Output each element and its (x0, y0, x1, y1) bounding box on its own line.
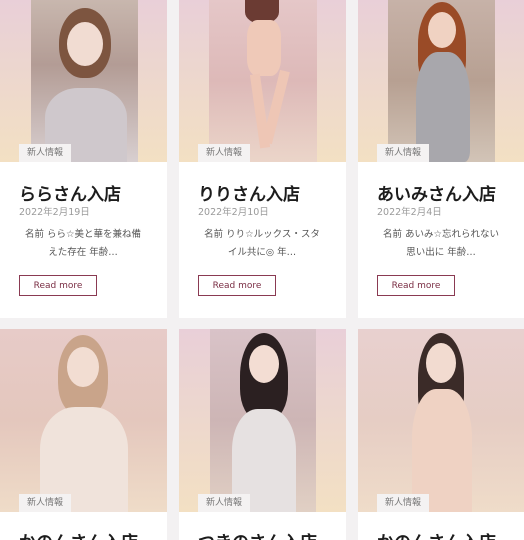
post-photo (0, 329, 167, 512)
category-badge[interactable]: 新人情報 (198, 494, 251, 512)
post-card: 新人情報 かのんさん入店 (358, 329, 524, 540)
post-thumbnail[interactable]: 新人情報 (0, 329, 167, 512)
read-more-button[interactable]: Read more (198, 275, 276, 296)
post-card: 新人情報 あいみさん入店 2022年2月4日 名前 あいみ☆忘れられない思い出に… (358, 0, 524, 318)
post-thumbnail[interactable]: 新人情報 (358, 329, 524, 512)
post-card: 新人情報 ららさん入店 2022年2月19日 名前 らら☆美と華を兼ね備えた存在… (0, 0, 167, 318)
post-date: 2022年2月19日 (19, 207, 90, 218)
category-badge[interactable]: 新人情報 (19, 144, 72, 162)
post-title[interactable]: かのんさん入店 (19, 528, 138, 540)
post-excerpt: 名前 らら☆美と華を兼ね備えた存在 年齢… (24, 229, 142, 258)
post-date: 2022年2月10日 (198, 207, 269, 218)
post-excerpt: 名前 りり☆ルックス・スタイル共に◎ 年… (204, 229, 320, 258)
post-photo (388, 0, 495, 162)
post-title[interactable]: あいみさん入店 (377, 180, 496, 205)
post-thumbnail[interactable]: 新人情報 (358, 0, 524, 162)
post-card: 新人情報 りりさん入店 2022年2月10日 名前 りり☆ルックス・スタイル共に… (179, 0, 346, 318)
read-more-button[interactable]: Read more (19, 275, 97, 296)
category-badge[interactable]: 新人情報 (377, 494, 430, 512)
post-photo (210, 329, 316, 512)
post-card: 新人情報 つきのさん入店 (179, 329, 346, 540)
post-thumbnail[interactable]: 新人情報 (179, 0, 346, 162)
post-thumbnail[interactable]: 新人情報 (179, 329, 346, 512)
category-badge[interactable]: 新人情報 (377, 144, 430, 162)
post-title[interactable]: つきのさん入店 (198, 528, 317, 540)
post-title[interactable]: かのんさん入店 (377, 528, 496, 540)
post-card: 新人情報 かのんさん入店 (0, 329, 167, 540)
post-thumbnail[interactable]: 新人情報 (0, 0, 167, 162)
post-photo (31, 0, 138, 162)
post-excerpt: 名前 あいみ☆忘れられない思い出に 年齢… (382, 229, 500, 258)
category-badge[interactable]: 新人情報 (19, 494, 72, 512)
post-title[interactable]: ららさん入店 (19, 180, 121, 205)
post-title[interactable]: りりさん入店 (198, 180, 300, 205)
post-photo (209, 0, 317, 162)
category-badge[interactable]: 新人情報 (198, 144, 251, 162)
read-more-button[interactable]: Read more (377, 275, 455, 296)
post-date: 2022年2月4日 (377, 207, 442, 218)
post-photo (358, 329, 524, 512)
